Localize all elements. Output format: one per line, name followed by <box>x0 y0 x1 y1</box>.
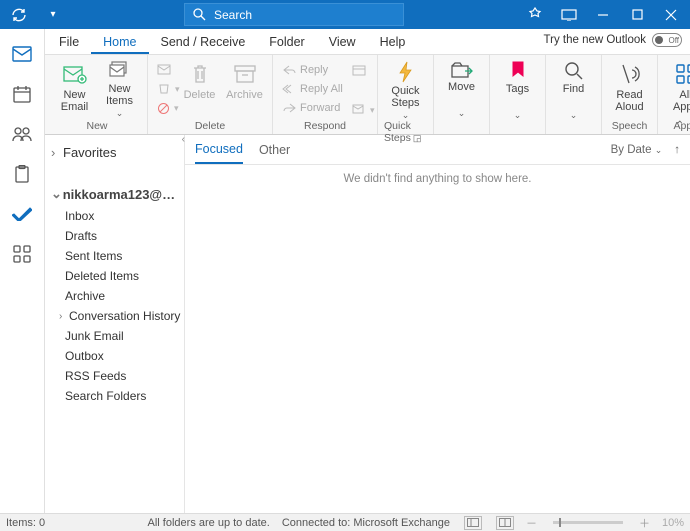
ribbon-group-quicksteps-label: Quick Steps <box>384 120 411 144</box>
search-box[interactable] <box>184 3 404 26</box>
archive-button[interactable]: Archive <box>223 57 266 119</box>
folder-outbox[interactable]: Outbox <box>45 346 184 366</box>
status-bar: Items: 0 All folders are up to date. Con… <box>0 513 690 531</box>
view-normal-icon[interactable] <box>464 516 482 530</box>
message-list-header: Focused Other By Date ⌄ ↑ <box>185 135 690 165</box>
ribbon-group-respond-label: Respond <box>304 119 346 134</box>
folder-pane-collapse-icon[interactable]: ‹ <box>182 134 185 145</box>
folder-inbox[interactable]: Inbox <box>45 206 184 226</box>
title-bar: ▾ <box>0 0 690 29</box>
folder-deleted-items[interactable]: Deleted Items <box>45 266 184 286</box>
ribbon-group-move: Move⌄ <box>434 55 490 134</box>
find-button[interactable]: Find⌄ <box>552 57 595 119</box>
search-icon <box>193 8 206 21</box>
ribbon-group-apps: All Apps Apps <box>658 55 690 134</box>
body-area: ‹ ›Favorites ⌄nikkoarma123@o... Inbox Dr… <box>0 135 690 513</box>
tags-button[interactable]: Tags⌄ <box>496 57 539 119</box>
folder-pane: ‹ ›Favorites ⌄nikkoarma123@o... Inbox Dr… <box>45 135 185 513</box>
reply-button[interactable]: Reply <box>279 61 347 79</box>
ribbon-group-delete: ▾ ▾ Delete Archive Delete <box>148 55 273 134</box>
ribbon: New Email New Items⌄ New ▾ ▾ Delete Arch… <box>0 55 690 135</box>
zoom-slider[interactable] <box>553 521 623 524</box>
sort-direction-icon[interactable]: ↑ <box>674 144 680 156</box>
ribbon-group-respond: Reply Reply All Forward ▾ Respond <box>273 55 378 134</box>
coming-soon-icon[interactable] <box>518 0 552 29</box>
ribbon-group-quicksteps: Quick Steps⌄ Quick Steps◲ <box>378 55 434 134</box>
tab-focused[interactable]: Focused <box>195 136 243 164</box>
try-new-outlook-toggle[interactable]: Off <box>652 33 682 47</box>
rail-mail[interactable] <box>0 37 44 71</box>
rail-calendar[interactable] <box>0 77 44 111</box>
menu-home[interactable]: Home <box>91 31 148 54</box>
ribbon-group-speech: Read Aloud Speech <box>602 55 658 134</box>
ignore-button[interactable] <box>154 61 176 79</box>
minimize-button[interactable] <box>586 0 620 29</box>
rail-more-apps[interactable] <box>0 237 44 271</box>
zoom-plus[interactable]: ＋ <box>639 515 650 531</box>
rail-people[interactable] <box>0 117 44 151</box>
folder-conversation-history[interactable]: ›Conversation History <box>45 306 184 326</box>
folder-sent-items[interactable]: Sent Items <box>45 246 184 266</box>
status-items-count: Items: 0 <box>6 517 45 529</box>
rail-todo[interactable] <box>0 197 44 231</box>
move-button[interactable]: Move⌄ <box>440 57 483 119</box>
close-button[interactable] <box>654 0 688 29</box>
reply-all-button[interactable]: Reply All <box>279 80 347 98</box>
status-connection: Connected to: Microsoft Exchange <box>282 517 450 529</box>
folder-rss-feeds[interactable]: RSS Feeds <box>45 366 184 386</box>
ribbon-group-tags: Tags⌄ <box>490 55 546 134</box>
quick-steps-button[interactable]: Quick Steps⌄ <box>384 57 427 119</box>
sort-by-date[interactable]: By Date ⌄ <box>611 144 663 156</box>
app-rail <box>0 29 45 513</box>
folder-search-folders[interactable]: Search Folders <box>45 386 184 406</box>
zoom-value: 10% <box>662 517 684 529</box>
rail-tasks[interactable] <box>0 157 44 191</box>
ribbon-group-new-label: New <box>86 119 107 134</box>
account-header[interactable]: ⌄nikkoarma123@o... <box>45 182 184 206</box>
status-sync: All folders are up to date. <box>148 517 270 529</box>
qat-dropdown-icon[interactable]: ▾ <box>40 9 66 20</box>
folder-drafts[interactable]: Drafts <box>45 226 184 246</box>
display-options-icon[interactable] <box>552 0 586 29</box>
forward-button[interactable]: Forward <box>279 99 347 117</box>
try-new-outlook-label: Try the new Outlook <box>544 34 646 46</box>
new-items-button[interactable]: New Items⌄ <box>98 57 141 119</box>
more-respond-button[interactable]: ▾ <box>349 101 371 119</box>
read-aloud-button[interactable]: Read Aloud <box>608 57 651 119</box>
ribbon-group-delete-label: Delete <box>195 119 225 134</box>
message-list-pane: Focused Other By Date ⌄ ↑ We didn't find… <box>185 135 690 513</box>
menu-send-receive[interactable]: Send / Receive <box>149 31 258 54</box>
ribbon-group-speech-label: Speech <box>612 119 648 134</box>
tab-other[interactable]: Other <box>259 137 290 163</box>
maximize-button[interactable] <box>620 0 654 29</box>
sync-icon[interactable] <box>6 7 32 23</box>
ribbon-group-find: Find⌄ <box>546 55 602 134</box>
new-email-button[interactable]: New Email <box>53 57 96 119</box>
menu-bar: File Home Send / Receive Folder View Hel… <box>0 29 690 55</box>
ribbon-collapse-icon[interactable]: ⌃ <box>676 120 684 131</box>
favorites-header[interactable]: ›Favorites <box>45 141 184 164</box>
ribbon-group-new: New Email New Items⌄ New <box>47 55 148 134</box>
junk-button[interactable]: ▾ <box>154 99 176 117</box>
folder-archive[interactable]: Archive <box>45 286 184 306</box>
quicksteps-launcher-icon[interactable]: ◲ <box>413 133 422 143</box>
search-input[interactable] <box>214 8 395 22</box>
menu-file[interactable]: File <box>47 31 91 54</box>
zoom-minus[interactable]: － <box>526 515 537 531</box>
empty-message: We didn't find anything to show here. <box>185 165 690 193</box>
menu-view[interactable]: View <box>317 31 368 54</box>
menu-folder[interactable]: Folder <box>257 31 316 54</box>
cleanup-button[interactable]: ▾ <box>154 80 176 98</box>
all-apps-button[interactable]: All Apps <box>664 57 690 119</box>
meeting-button[interactable] <box>349 61 371 79</box>
view-reading-icon[interactable] <box>496 516 514 530</box>
menu-help[interactable]: Help <box>368 31 418 54</box>
folder-junk-email[interactable]: Junk Email <box>45 326 184 346</box>
delete-button[interactable]: Delete <box>178 57 221 119</box>
